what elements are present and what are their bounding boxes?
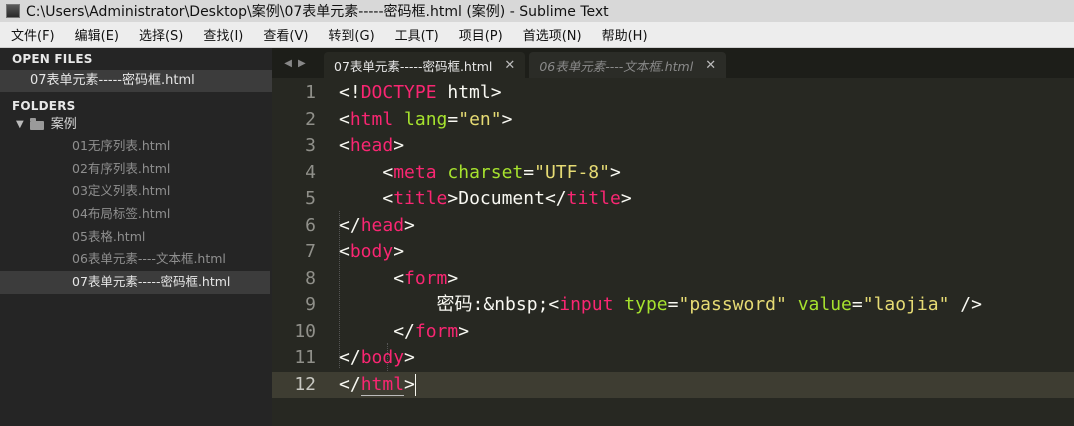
file-item[interactable]: 03定义列表.html — [0, 180, 272, 203]
code-text: <title>Document</title> — [382, 188, 632, 209]
menu-selection[interactable]: 选择(S) — [128, 25, 192, 44]
expand-triangle-icon[interactable]: ▼ — [16, 115, 24, 135]
code-line: 2 <html lang="en"> — [272, 107, 1074, 134]
menu-file[interactable]: 文件(F) — [0, 25, 64, 44]
code-line-current: 12 </html> — [272, 371, 1074, 398]
code-text: </form> — [393, 320, 470, 342]
menu-view[interactable]: 查看(V) — [252, 25, 317, 44]
code-text: 密码:&nbsp;<input type="password" value="l… — [436, 294, 982, 315]
menu-help[interactable]: 帮助(H) — [591, 25, 657, 44]
code-line: 7 <body> — [272, 239, 1074, 266]
line-number: 4 — [305, 161, 316, 183]
folders-header: FOLDERS — [12, 99, 76, 113]
tab-nav: ◀ ▶ — [272, 48, 324, 78]
text-cursor — [414, 373, 417, 396]
file-item[interactable]: 05表格.html — [0, 226, 272, 249]
folder-icon — [29, 117, 44, 130]
folder-name: 案例 — [50, 117, 77, 132]
main-area: OPEN FILES 07表单元素-----密码框.html FOLDERS ▼… — [0, 48, 1074, 426]
menu-edit[interactable]: 编辑(E) — [64, 25, 128, 44]
close-icon[interactable]: ✕ — [504, 58, 515, 73]
code-line: 9 密码:&nbsp;<input type="password" value=… — [272, 292, 1074, 319]
code-text: </html> — [339, 373, 417, 396]
open-file-item[interactable]: 07表单元素-----密码框.html — [0, 70, 272, 92]
title-bar: C:\Users\Administrator\Desktop\案例\07表单元素… — [0, 0, 1074, 22]
tab-textbox-file[interactable]: 06表单元素----文本框.html ✕ — [529, 52, 727, 78]
code-text: <meta charset="UTF-8"> — [382, 161, 621, 183]
line-number: 1 — [305, 82, 316, 103]
sublime-app-icon — [6, 4, 20, 18]
code-text: </body> — [339, 347, 415, 368]
line-number: 7 — [305, 241, 316, 262]
code-text: <form> — [393, 267, 459, 289]
menu-find[interactable]: 查找(I) — [192, 25, 252, 44]
window-title: C:\Users\Administrator\Desktop\案例\07表单元素… — [26, 4, 609, 20]
line-number: 10 — [294, 320, 316, 342]
menu-tools[interactable]: 工具(T) — [384, 25, 448, 44]
code-text: <html lang="en"> — [339, 108, 513, 130]
sidebar: OPEN FILES 07表单元素-----密码框.html FOLDERS ▼… — [0, 48, 272, 426]
code-line: 10 </form> — [272, 319, 1074, 346]
line-number: 5 — [305, 188, 316, 209]
open-files-header: OPEN FILES — [12, 52, 93, 66]
code-text: <!DOCTYPE html> — [339, 82, 502, 103]
file-item[interactable]: 01无序列表.html — [0, 135, 272, 158]
menu-goto[interactable]: 转到(G) — [317, 25, 383, 44]
file-item[interactable]: 06表单元素----文本框.html — [0, 248, 272, 271]
line-number: 8 — [305, 267, 316, 289]
code-line: 1 <!DOCTYPE html> — [272, 80, 1074, 107]
code-text: <head> — [339, 135, 405, 156]
tab-right-arrow-icon[interactable]: ▶ — [298, 58, 312, 69]
close-icon[interactable]: ✕ — [705, 58, 716, 73]
line-number: 6 — [305, 214, 316, 236]
menu-preferences[interactable]: 首选项(N) — [512, 25, 591, 44]
code-line: 5 <title>Document</title> — [272, 186, 1074, 213]
menu-bar: 文件(F) 编辑(E) 选择(S) 查找(I) 查看(V) 转到(G) 工具(T… — [0, 22, 1074, 48]
file-item[interactable]: 04布局标签.html — [0, 203, 272, 226]
menu-project[interactable]: 项目(P) — [448, 25, 512, 44]
code-line: 3 <head> — [272, 133, 1074, 160]
code-line: 11 </body> — [272, 345, 1074, 372]
code-line: 6 </head> — [272, 213, 1074, 240]
file-item[interactable]: 02有序列表.html — [0, 158, 272, 181]
line-number: 3 — [305, 135, 316, 156]
tab-left-arrow-icon[interactable]: ◀ — [284, 58, 298, 69]
line-number: 9 — [305, 294, 316, 315]
code-line: 8 <form> — [272, 266, 1074, 293]
file-item-active[interactable]: 07表单元素-----密码框.html — [0, 271, 270, 294]
tab-bar: ◀ ▶ 07表单元素-----密码框.html ✕ 06表单元素----文本框.h… — [272, 48, 1074, 78]
tab-label: 07表单元素-----密码框.html — [334, 58, 493, 74]
folder-item[interactable]: ▼ 案例 — [0, 115, 272, 135]
line-number: 2 — [305, 108, 316, 130]
tab-password-file[interactable]: 07表单元素-----密码框.html ✕ — [324, 52, 526, 78]
editor: ◀ ▶ 07表单元素-----密码框.html ✕ 06表单元素----文本框.h… — [272, 48, 1074, 426]
line-number: 11 — [294, 347, 316, 368]
code-area[interactable]: 1 <!DOCTYPE html> 2 <html lang="en"> 3 <… — [272, 78, 1074, 426]
tab-label: 06表单元素----文本框.html — [539, 58, 694, 74]
code-text: <body> — [339, 241, 405, 262]
line-number: 12 — [294, 373, 316, 395]
code-text: </head> — [339, 214, 415, 236]
code-line: 4 <meta charset="UTF-8"> — [272, 160, 1074, 187]
